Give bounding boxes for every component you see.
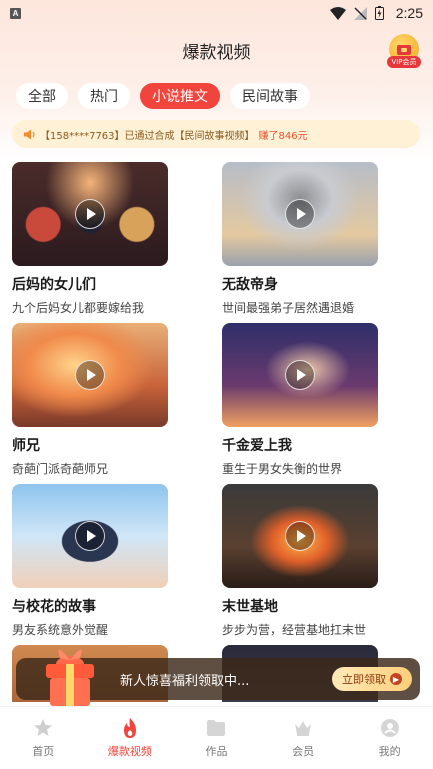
video-thumbnail[interactable] (12, 323, 168, 427)
arrow-right-icon: ▶ (390, 673, 402, 685)
play-icon[interactable] (285, 199, 315, 229)
video-card[interactable]: 师兄 奇葩门派奇葩师兄 (12, 323, 168, 477)
status-bar: A 2:25 (0, 0, 433, 26)
marquee-text: 【158****7763】已通过合成【民间故事视频】 (40, 130, 255, 142)
play-icon[interactable] (75, 199, 105, 229)
crown-icon (292, 717, 314, 739)
video-title: 无敌帝身 (222, 277, 278, 293)
promo-text: 新人惊喜福利领取中... (120, 673, 250, 689)
video-card[interactable]: 与校花的故事 男友系统意外觉醒 (12, 484, 168, 638)
video-card[interactable]: 千金爱上我 重生于男女失衡的世界 (222, 323, 378, 477)
tab-novel-promo[interactable]: 小说推文 (140, 83, 220, 109)
nav-membership[interactable]: 会员 (268, 717, 338, 759)
video-title: 与校花的故事 (12, 599, 96, 615)
battery-charging-icon (374, 6, 384, 20)
video-card[interactable]: 后妈的女儿们 九个后妈女儿都要嫁给我 (12, 162, 168, 316)
video-title: 千金爱上我 (222, 438, 292, 454)
video-description: 世间最强弟子居然遇退婚 (222, 301, 355, 315)
flame-icon (119, 717, 141, 739)
video-thumbnail[interactable] (12, 484, 168, 588)
app-header: 爆款视频 (0, 30, 433, 70)
video-thumbnail[interactable] (12, 162, 168, 266)
video-thumbnail[interactable] (222, 484, 378, 588)
gift-box-icon (46, 649, 94, 706)
tab-hot[interactable]: 热门 (78, 83, 130, 109)
claim-now-button[interactable]: 立即领取 ▶ (332, 667, 412, 691)
video-grid: 后妈的女儿们 九个后妈女儿都要嫁给我 无敌帝身 世间最强弟子居然遇退婚 师兄 奇… (12, 162, 422, 702)
play-icon[interactable] (285, 521, 315, 551)
video-card[interactable]: 末世基地 步步为营，经营基地扛末世 (222, 484, 378, 638)
home-star-icon (32, 717, 54, 739)
video-title: 后妈的女儿们 (12, 277, 96, 293)
page-title: 爆款视频 (182, 42, 251, 63)
video-thumbnail[interactable] (222, 323, 378, 427)
video-title: 师兄 (12, 438, 40, 454)
video-description: 步步为营，经营基地扛末世 (222, 623, 367, 637)
play-icon[interactable] (285, 360, 315, 390)
earnings-marquee: 【158****7763】已通过合成【民间故事视频】 赚了846元 (12, 120, 420, 148)
tab-folk-stories[interactable]: 民间故事 (230, 83, 310, 109)
video-description: 重生于男女失衡的世界 (222, 462, 343, 476)
nav-hot-videos[interactable]: 爆款视频 (95, 717, 165, 759)
new-user-promo-banner[interactable]: 新人惊喜福利领取中... 立即领取 ▶ (16, 649, 420, 706)
vip-member-button[interactable]: VIP会员 (387, 34, 421, 70)
nav-home-label: 首页 (32, 745, 55, 758)
clock: 2:25 (395, 5, 423, 21)
video-description: 奇葩门派奇葩师兄 (12, 462, 109, 476)
category-tabs: 全部 热门 小说推文 民间故事 (16, 83, 310, 109)
claim-now-label: 立即领取 (342, 673, 386, 686)
play-icon[interactable] (75, 521, 105, 551)
video-card[interactable]: 无敌帝身 世间最强弟子居然遇退婚 (222, 162, 378, 316)
folder-icon (205, 717, 227, 739)
video-title: 末世基地 (222, 599, 278, 615)
nav-profile-label: 我的 (378, 745, 401, 758)
speaker-icon (24, 129, 35, 139)
bottom-navigation: 首页 爆款视频 作品 会员 我的 (0, 706, 433, 769)
profile-icon (379, 717, 401, 739)
marquee-reward: 赚了846元 (258, 130, 308, 142)
nav-membership-label: 会员 (292, 745, 315, 758)
nav-works[interactable]: 作品 (181, 717, 251, 759)
wifi-icon (329, 6, 346, 20)
tab-all[interactable]: 全部 (16, 83, 68, 109)
no-signal-icon (353, 6, 367, 20)
nav-hot-videos-label: 爆款视频 (107, 745, 152, 758)
vip-label: VIP会员 (387, 56, 421, 68)
nav-profile[interactable]: 我的 (355, 717, 425, 759)
video-thumbnail[interactable] (222, 162, 378, 266)
play-icon[interactable] (75, 360, 105, 390)
notification-icon: A (10, 7, 21, 19)
video-description: 九个后妈女儿都要嫁给我 (12, 301, 145, 315)
nav-works-label: 作品 (205, 745, 228, 758)
nav-home[interactable]: 首页 (8, 717, 78, 759)
